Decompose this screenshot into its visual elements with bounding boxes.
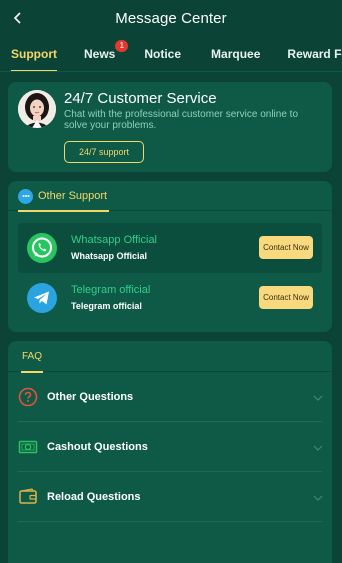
wallet-icon — [18, 487, 38, 507]
telegram-name: Telegram official — [71, 284, 151, 296]
telegram-icon — [26, 282, 58, 314]
telegram-subtitle: Telegram official — [71, 301, 142, 311]
news-badge: 1 — [115, 39, 129, 52]
chevron-down-icon — [312, 441, 324, 453]
faq-label: Cashout Questions — [47, 441, 148, 453]
tab-faq[interactable]: FAQ — [20, 341, 44, 373]
chevron-down-icon — [312, 491, 324, 503]
support-247-button[interactable]: 24/7 support — [64, 141, 144, 163]
faq-item-reload-questions[interactable]: Reload Questions — [18, 472, 324, 522]
telegram-contact-button[interactable]: Contact Now — [259, 286, 313, 309]
tab-bar: Support News 1 Notice Marquee Reward Fee… — [0, 36, 342, 72]
faq-label: Reload Questions — [47, 491, 141, 503]
tab-reward-feedback[interactable]: Reward Feedback — [287, 36, 342, 71]
tab-news-label: News — [84, 46, 116, 61]
chevron-down-icon — [312, 391, 324, 403]
customer-service-card: 24/7 Customer Service Chat with the prof… — [8, 82, 332, 172]
faq-tabbar: FAQ — [8, 341, 332, 373]
whatsapp-subtitle: Whatsapp Official — [71, 251, 148, 261]
other-support-label: Other Support — [38, 190, 108, 202]
whatsapp-contact-button[interactable]: Contact Now — [259, 236, 313, 259]
page-title: Message Center — [115, 9, 227, 27]
faq-item-other-questions[interactable]: Other Questions — [18, 372, 324, 422]
avatar — [18, 90, 56, 128]
question-icon — [18, 387, 38, 407]
support-item-telegram[interactable]: Telegram official Telegram official Cont… — [18, 273, 322, 323]
cash-icon — [18, 437, 38, 457]
customer-service-description: Chat with the professional customer serv… — [64, 109, 299, 131]
chat-bubble-icon — [18, 188, 33, 204]
other-support-tabbar: Other Support — [8, 181, 332, 212]
faq-card: FAQ Other Questions Cashout Questions Re… — [8, 341, 332, 563]
tab-other-support[interactable]: Other Support — [18, 181, 110, 212]
faq-item-cashout-questions[interactable]: Cashout Questions — [18, 422, 324, 472]
customer-service-title: 24/7 Customer Service — [64, 90, 217, 107]
back-icon[interactable] — [6, 6, 30, 30]
tab-notice[interactable]: Notice — [144, 36, 181, 71]
faq-label: Other Questions — [47, 391, 134, 403]
tab-support[interactable]: Support — [11, 36, 57, 71]
whatsapp-icon — [26, 232, 58, 264]
other-support-card: Other Support Whatsapp Official Whatsapp… — [8, 181, 332, 332]
support-item-whatsapp[interactable]: Whatsapp Official Whatsapp Official Cont… — [18, 223, 322, 273]
whatsapp-name: Whatsapp Official — [71, 234, 158, 246]
header: Message Center — [0, 0, 342, 36]
tab-marquee[interactable]: Marquee — [211, 36, 260, 71]
tab-news[interactable]: News 1 — [84, 36, 129, 71]
